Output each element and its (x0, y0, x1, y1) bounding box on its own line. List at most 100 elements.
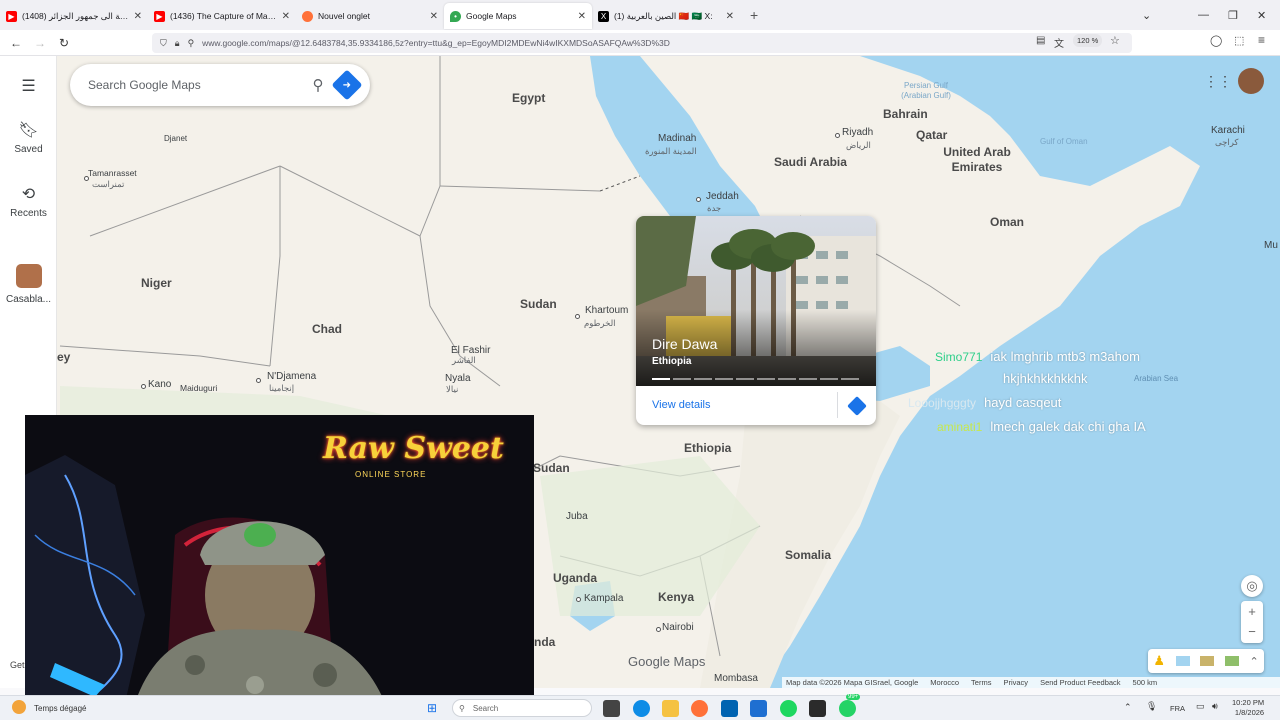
label-ndjamena[interactable]: N'Djamena (267, 371, 316, 382)
label-south-sudan-partial[interactable]: Sudan (533, 461, 570, 475)
label-ethiopia[interactable]: Ethiopia (684, 441, 731, 455)
maps-search-box[interactable]: Search Google Maps ⚲ ➜ (70, 64, 370, 106)
label-maiduguri[interactable]: Maiduguri (180, 383, 217, 393)
reload-icon[interactable]: ↻ (52, 36, 76, 50)
expand-icon[interactable]: ⌃ (1249, 655, 1258, 668)
label-jeddah[interactable]: Jeddah (706, 191, 739, 202)
spotify-icon[interactable] (780, 700, 797, 717)
zoom-in-icon[interactable]: + (1248, 602, 1256, 622)
city-marker[interactable] (656, 627, 661, 632)
label-kampala[interactable]: Kampala (584, 593, 623, 604)
directions-button[interactable]: ➜ (331, 69, 363, 101)
language-indicator[interactable]: FRA (1170, 704, 1185, 713)
label-oman[interactable]: Oman (990, 215, 1024, 229)
zoom-controls[interactable]: + − (1241, 601, 1263, 643)
tab-youtube-1[interactable]: ▶ رسالة الى جمهور الجزائر (1408) ✕ (0, 3, 148, 29)
app-icon[interactable] (809, 700, 826, 717)
city-marker[interactable] (835, 133, 840, 138)
tab-list-icon[interactable]: ⌄ (1142, 0, 1151, 30)
photo-dot[interactable] (673, 378, 691, 380)
tab-google-maps[interactable]: • Google Maps ✕ (444, 3, 592, 29)
firefox-icon[interactable] (691, 700, 708, 717)
extensions-icon[interactable]: ⬚ (1234, 34, 1244, 47)
label-kano[interactable]: Kano (148, 379, 171, 390)
photo-pager[interactable] (652, 378, 859, 380)
close-icon[interactable]: ✕ (282, 11, 290, 22)
translate-icon[interactable]: 文 (1054, 35, 1064, 50)
label-nyala[interactable]: Nyala (445, 373, 471, 384)
minimize-button[interactable]: — (1198, 0, 1209, 30)
label-karachi[interactable]: Karachi (1211, 125, 1245, 136)
city-marker[interactable] (696, 197, 701, 202)
address-bar[interactable]: ⛉ 🔒︎ ⚲ www.google.com/maps/@12.6483784,3… (152, 33, 1132, 53)
label-somalia[interactable]: Somalia (785, 548, 831, 562)
recent-place-casablanca[interactable]: Casabla... (0, 264, 57, 305)
label-uganda[interactable]: Uganda (553, 571, 597, 585)
volume-icon[interactable]: 🔊︎ (1212, 701, 1218, 712)
close-icon[interactable]: ✕ (726, 11, 734, 22)
restore-button[interactable]: ❐ (1228, 0, 1238, 30)
reader-view-icon[interactable]: ▤ (1036, 35, 1045, 46)
permissions-icon[interactable]: ⚲ (188, 38, 195, 49)
privacy-link[interactable]: Privacy (1003, 678, 1028, 687)
photo-dot[interactable] (715, 378, 733, 380)
city-marker[interactable] (575, 314, 580, 319)
photo-dot[interactable] (736, 378, 754, 380)
weather-text[interactable]: Temps dégagé (34, 704, 86, 713)
tab-x[interactable]: X (1) الصين بالعربية 🇨🇳 🇸🇦 X: ✕ (592, 3, 740, 29)
menu-icon[interactable]: ≡ (1258, 33, 1265, 47)
avatar[interactable] (1238, 68, 1264, 94)
label-djanet[interactable]: Djanet (164, 134, 187, 143)
tab-new[interactable]: Nouvel onglet ✕ (296, 3, 444, 29)
label-mombasa[interactable]: Mombasa (714, 673, 758, 684)
label-egypt[interactable]: Egypt (512, 91, 545, 105)
region-link[interactable]: Morocco (930, 678, 959, 687)
city-marker[interactable] (256, 378, 261, 383)
layer-thumb-icon[interactable] (1224, 656, 1239, 666)
photo-dot[interactable] (799, 378, 817, 380)
account-icon[interactable]: ◯ (1210, 34, 1222, 47)
label-tamanrasset[interactable]: Tamanrasset (88, 168, 137, 178)
apps-grid-icon[interactable]: ⋮⋮ (1204, 73, 1232, 90)
photo-dot[interactable] (694, 378, 712, 380)
bookmark-star-icon[interactable]: ☆ (1110, 34, 1120, 47)
whatsapp-icon[interactable] (839, 700, 856, 717)
photo-dot[interactable] (778, 378, 796, 380)
photo-dot[interactable] (757, 378, 775, 380)
network-icon[interactable]: ▭ (1196, 701, 1205, 712)
windows-start-icon[interactable]: ⊞ (427, 701, 437, 715)
label-chad[interactable]: Chad (312, 322, 342, 336)
menu-button[interactable]: ☰ (0, 76, 57, 100)
label-khartoum[interactable]: Khartoum (585, 305, 628, 316)
label-sudan[interactable]: Sudan (520, 297, 557, 311)
close-icon[interactable]: ✕ (578, 11, 586, 22)
task-view-icon[interactable] (603, 700, 620, 717)
taskbar-search[interactable]: ⚲ Search (452, 699, 592, 717)
microphone-icon[interactable]: 🎙︎ (1146, 701, 1157, 712)
view-details-link[interactable]: View details (652, 399, 711, 411)
label-uae[interactable]: United Arab Emirates (937, 145, 1017, 175)
tab-youtube-2[interactable]: ▶ (1436) The Capture of Maduro ✕ (148, 3, 296, 29)
label-nairobi[interactable]: Nairobi (662, 622, 694, 633)
directions-icon[interactable] (847, 396, 867, 416)
photo-dot[interactable] (841, 378, 859, 380)
label-riyadh[interactable]: Riyadh (842, 127, 873, 138)
close-icon[interactable]: ✕ (134, 11, 142, 22)
forward-icon[interactable]: → (28, 36, 52, 50)
weather-icon[interactable] (12, 700, 26, 714)
my-location-button[interactable]: ◎ (1241, 575, 1263, 597)
pegman-icon[interactable]: ♟ (1153, 653, 1165, 669)
layers-bar[interactable]: ♟ ⌃ (1148, 649, 1264, 673)
close-icon[interactable]: ✕ (430, 11, 438, 22)
label-juba[interactable]: Juba (566, 511, 588, 522)
label-kenya[interactable]: Kenya (658, 590, 694, 604)
store-icon[interactable] (721, 700, 738, 717)
label-qatar[interactable]: Qatar (916, 128, 947, 142)
feedback-link[interactable]: Send Product Feedback (1040, 678, 1120, 687)
back-icon[interactable]: ← (4, 36, 28, 50)
recents-button[interactable]: ⟲ Recents (0, 184, 57, 219)
city-marker[interactable] (84, 176, 89, 181)
layer-thumb-icon[interactable] (1200, 656, 1215, 666)
tray-chevron-icon[interactable]: ⌃ (1124, 702, 1132, 713)
photo-dot[interactable] (652, 378, 670, 380)
